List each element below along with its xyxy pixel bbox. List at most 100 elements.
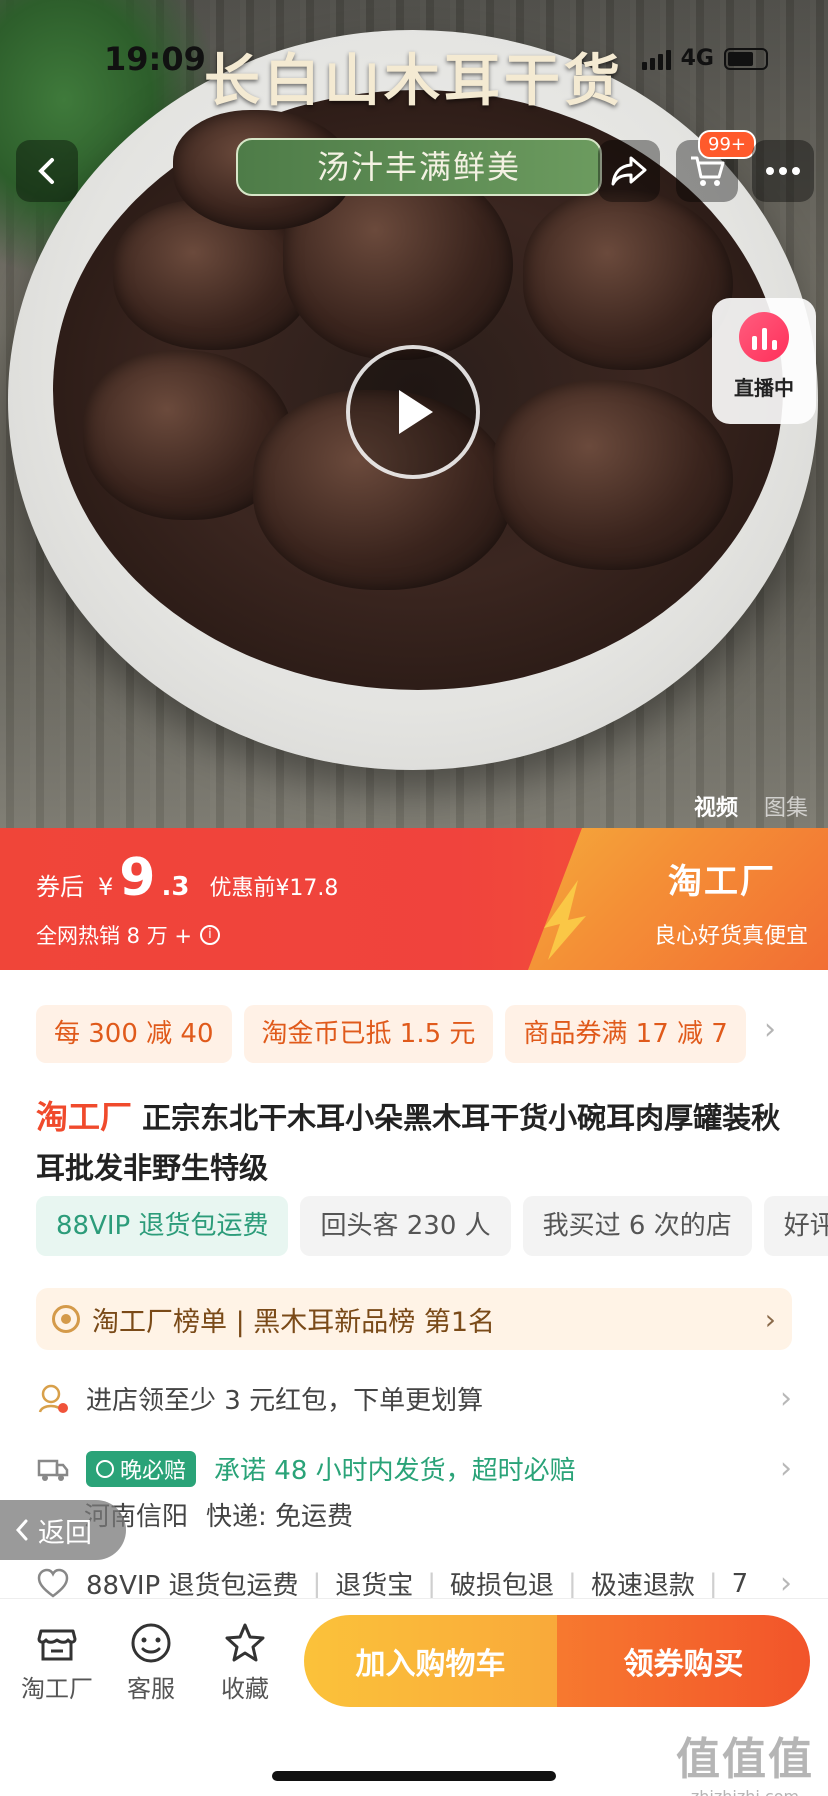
coupon-chip[interactable]: 商品券满 17 减 7 (505, 1005, 746, 1063)
ranking-text: 淘工厂榜单 | 黑木耳新品榜 第1名 (92, 1306, 496, 1338)
chat-icon (131, 1623, 171, 1663)
store-coupon-row[interactable]: 进店领至少 3 元红包，下单更划算 › (36, 1380, 792, 1417)
star-icon (225, 1623, 265, 1662)
service-item: 退货宝 (335, 1571, 414, 1601)
return-button[interactable]: 返回 (0, 1500, 126, 1560)
fungus-piece (493, 380, 733, 570)
play-video-button[interactable] (346, 345, 480, 479)
sales-count[interactable]: 全网热销 8 万 + i (36, 920, 220, 950)
live-stream-button[interactable]: 直播中 (712, 298, 816, 424)
tag-vip[interactable]: 88VIP 退货包运费 (36, 1196, 289, 1256)
signal-icon (641, 48, 671, 70)
chevron-left-icon (38, 158, 54, 184)
product-title: 淘工厂 正宗东北干木耳小朵黑木耳干货小碗耳肉厚罐装秋耳批发非野生特级 (36, 1092, 796, 1193)
fungus-piece (523, 190, 733, 370)
badge-text: 晚必赔 (120, 1458, 187, 1484)
sales-text: 全网热销 8 万 + (36, 924, 192, 948)
service-item: 7 (731, 1568, 749, 1599)
tag-returning-customers[interactable]: 回头客 230 人 (300, 1196, 511, 1256)
coupon-chip[interactable]: 每 300 减 40 (36, 1005, 232, 1063)
banner-brand: 淘工厂 (668, 862, 776, 902)
tab-gallery[interactable]: 图集 (764, 790, 808, 822)
chevron-left-icon (15, 1519, 28, 1541)
separator: | (708, 1568, 718, 1599)
store-icon (37, 1629, 77, 1661)
media-tabs: 视频 图集 (694, 790, 808, 822)
red-packet-icon (38, 1384, 68, 1413)
purchase-buttons: 加入购物车 领券购买 (304, 1615, 810, 1707)
cart-count-badge: 99+ (698, 130, 756, 159)
medal-icon (52, 1305, 80, 1333)
nav-favorite-label: 收藏 (221, 1675, 269, 1703)
service-item: 88VIP 退货包运费 (86, 1571, 299, 1601)
store-coupon-text: 进店领至少 3 元红包，下单更划算 (86, 1386, 484, 1416)
back-button[interactable] (16, 140, 78, 202)
price-integer: 9 (119, 848, 156, 908)
tab-video[interactable]: 视频 (694, 790, 738, 822)
battery-icon (724, 47, 768, 70)
live-label: 直播中 (734, 376, 794, 400)
chevron-right-icon: › (764, 1302, 776, 1336)
services-row[interactable]: 88VIP 退货包运费 | 退货宝 | 破损包退 | 极速退款 | 7 › (36, 1565, 792, 1602)
hero-subtitle: 汤汁丰满鲜美 (236, 138, 602, 196)
coupon-chip[interactable]: 淘金币已抵 1.5 元 (243, 1005, 494, 1063)
tag-row: 88VIP 退货包运费 回头客 230 人 我买过 6 次的店 好评 (36, 1196, 828, 1256)
price-banner: 券后 ¥ 9 .3 优惠前¥17.8 全网热销 8 万 + i 淘工厂 良心好货… (0, 828, 828, 970)
share-button[interactable] (598, 140, 660, 202)
price-decimal: .3 (161, 872, 190, 902)
currency-symbol: ¥ (98, 873, 114, 901)
cart-button[interactable]: 99+ (676, 130, 756, 202)
price-row: 券后 ¥ 9 .3 优惠前¥17.8 (36, 848, 338, 908)
separator: | (427, 1568, 437, 1599)
original-price: 优惠前¥17.8 (209, 876, 339, 901)
chevron-right-icon: › (780, 1451, 792, 1486)
watermark: 值值值 zhizhizhi.com (676, 1723, 814, 1796)
shipping-row[interactable]: 晚必赔 承诺 48 小时内发货，超时必赔 › (36, 1450, 792, 1487)
buy-with-coupon-button[interactable]: 领券购买 (557, 1615, 810, 1707)
nav-favorite[interactable]: 收藏 (200, 1621, 290, 1704)
nav-store-label: 淘工厂 (21, 1675, 93, 1703)
ranking-banner[interactable]: 淘工厂榜单 | 黑木耳新品榜 第1名 › (36, 1288, 792, 1350)
home-indicator[interactable] (272, 1771, 556, 1781)
add-to-cart-button[interactable]: 加入购物车 (304, 1615, 557, 1707)
separator: | (312, 1568, 322, 1599)
nav-store[interactable]: 淘工厂 (12, 1621, 102, 1704)
truck-icon (37, 1459, 69, 1481)
live-icon (739, 312, 789, 362)
play-icon (399, 390, 433, 434)
more-button[interactable] (752, 140, 814, 202)
shipping-promise: 承诺 48 小时内发货，超时必赔 (214, 1456, 576, 1486)
status-indicators: 4G (641, 46, 768, 71)
chevron-right-icon[interactable]: › (764, 1012, 776, 1047)
status-time: 19:09 (104, 40, 206, 78)
tag-good-reviews[interactable]: 好评 (763, 1196, 828, 1256)
late-compensation-badge: 晚必赔 (86, 1450, 197, 1487)
network-type: 4G (680, 46, 714, 71)
after-coupon-label: 券后 (36, 873, 84, 901)
arrow-decoration-icon (544, 880, 586, 960)
product-hero-image[interactable]: 长白山木耳干货 汤汁丰满鲜美 19:09 4G 99+ 直播中 视频 图集 (0, 0, 828, 828)
info-icon: i (199, 925, 220, 945)
nav-customer-service[interactable]: 客服 (106, 1621, 196, 1704)
banner-slogan: 良心好货真便宜 (653, 924, 808, 949)
chevron-right-icon: › (780, 1381, 792, 1416)
title-brand: 淘工厂 (36, 1098, 133, 1136)
tag-purchased-store[interactable]: 我买过 6 次的店 (522, 1196, 752, 1256)
heart-shield-icon (37, 1568, 69, 1598)
return-label: 返回 (38, 1517, 92, 1549)
shipping-origin-row: 河南信阳 快递: 免运费 (36, 1496, 792, 1533)
shipping-express: 快递: 免运费 (206, 1502, 354, 1532)
share-icon (611, 156, 647, 186)
title-text: 正宗东北干木耳小朵黑木耳干货小碗耳肉厚罐装秋耳批发非野生特级 (36, 1101, 781, 1185)
service-item: 破损包退 (450, 1571, 555, 1601)
clock-icon (96, 1459, 114, 1478)
separator: | (568, 1568, 577, 1599)
service-item: 极速退款 (590, 1571, 695, 1601)
watermark-url: zhizhizhi.com (676, 1787, 814, 1796)
more-icon (766, 167, 800, 175)
bottom-action-bar: 淘工厂 客服 收藏 加入购物车 领券购买 值值值 zhizhizhi.com (0, 1598, 828, 1796)
coupon-row[interactable]: 每 300 减 40 淘金币已抵 1.5 元 商品券满 17 减 7 (36, 1005, 746, 1063)
watermark-logo: 值值值 (676, 1734, 814, 1785)
nav-service-label: 客服 (127, 1675, 175, 1703)
chevron-right-icon: › (780, 1566, 792, 1601)
